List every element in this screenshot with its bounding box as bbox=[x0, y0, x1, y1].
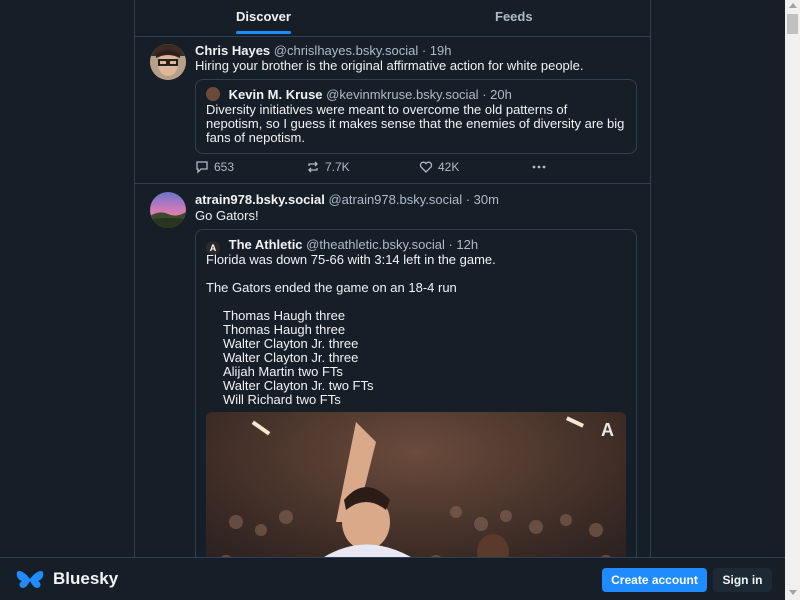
post-text: Go Gators! bbox=[195, 208, 259, 223]
post-time[interactable]: · 19h bbox=[422, 43, 452, 58]
author-name[interactable]: Chris Hayes bbox=[195, 43, 270, 58]
quote-author-name: Kevin M. Kruse bbox=[228, 87, 323, 102]
quote-author-handle: @theathletic.bsky.social bbox=[306, 237, 445, 252]
post-image[interactable]: A bbox=[206, 412, 626, 560]
quote-time: · 20h bbox=[482, 87, 512, 102]
author-handle[interactable]: @chrislhayes.bsky.social bbox=[274, 43, 418, 58]
feed-tabs: Discover Feeds bbox=[135, 0, 650, 37]
tab-discover[interactable]: Discover bbox=[236, 9, 291, 24]
reply-button[interactable]: 653 bbox=[195, 160, 234, 174]
avatar[interactable] bbox=[150, 44, 186, 80]
create-account-button[interactable]: Create account bbox=[602, 568, 707, 592]
image-badge: A bbox=[601, 420, 614, 440]
like-button[interactable]: 42K bbox=[419, 160, 459, 174]
post-time[interactable]: · 30m bbox=[466, 192, 499, 207]
author-name[interactable]: atrain978.bsky.social bbox=[195, 192, 325, 207]
bottom-bar: Bluesky Create account Sign in bbox=[0, 557, 785, 600]
brand-name[interactable]: Bluesky bbox=[53, 569, 118, 589]
butterfly-icon[interactable] bbox=[16, 570, 44, 590]
list-item: Will Richard two FTs bbox=[223, 392, 341, 407]
author-handle[interactable]: @atrain978.bsky.social bbox=[328, 192, 462, 207]
active-tab-indicator bbox=[236, 31, 291, 34]
scrollbar[interactable] bbox=[785, 0, 800, 600]
quote-line: Florida was down 75-66 with 3:14 left in… bbox=[206, 252, 496, 267]
quote-avatar bbox=[206, 87, 220, 101]
post-header: Chris Hayes @chrislhayes.bsky.social · 1… bbox=[195, 43, 452, 58]
speech-bubble-icon bbox=[196, 161, 208, 174]
scroll-down-arrow-icon[interactable] bbox=[789, 590, 797, 595]
list-item: Alijah Martin two FTs bbox=[223, 364, 343, 379]
quoted-post[interactable]: Kevin M. Kruse @kevinmkruse.bsky.social … bbox=[195, 79, 637, 154]
tab-feeds[interactable]: Feeds bbox=[495, 9, 533, 24]
list-item: Thomas Haugh three bbox=[223, 308, 346, 323]
scroll-up-arrow-icon[interactable] bbox=[789, 3, 797, 8]
sign-in-button[interactable]: Sign in bbox=[713, 568, 772, 592]
list-item: Walter Clayton Jr. three bbox=[223, 350, 359, 365]
quoted-post[interactable]: A The Athletic @theathletic.bsky.social … bbox=[195, 229, 637, 560]
post[interactable]: atrain978.bsky.social @atrain978.bsky.so… bbox=[135, 184, 650, 560]
avatar[interactable] bbox=[150, 192, 186, 228]
repost-arrows-icon bbox=[308, 161, 318, 173]
more-dots-icon bbox=[532, 165, 546, 169]
feed-column: Discover Feeds Chris Hayes @chrislhayes.… bbox=[134, 0, 651, 560]
quote-text: Diversity initiatives were meant to over… bbox=[206, 102, 625, 145]
reply-count: 653 bbox=[214, 160, 235, 174]
scroll-thumb[interactable] bbox=[787, 14, 798, 34]
list-item: Thomas Haugh three bbox=[223, 322, 346, 337]
quote-author-handle: @kevinmkruse.bsky.social bbox=[326, 87, 479, 102]
quote-time: · 12h bbox=[448, 237, 479, 252]
post[interactable]: Chris Hayes @chrislhayes.bsky.social · 1… bbox=[135, 37, 650, 184]
repost-count: 7.7K bbox=[325, 160, 350, 174]
list-item: Walter Clayton Jr. three bbox=[223, 336, 359, 351]
quote-header: Kevin M. Kruse @kevinmkruse.bsky.social … bbox=[206, 87, 512, 102]
more-button[interactable] bbox=[531, 160, 552, 174]
list-item: Walter Clayton Jr. two FTs bbox=[223, 378, 374, 393]
quote-author-name: The Athletic bbox=[228, 237, 303, 252]
like-count: 42K bbox=[438, 160, 460, 174]
play-list: Thomas Haugh three Thomas Haugh three Wa… bbox=[206, 309, 626, 407]
post-text: Hiring your brother is the original affi… bbox=[195, 58, 584, 73]
post-header: atrain978.bsky.social @atrain978.bsky.so… bbox=[195, 192, 499, 207]
repost-button[interactable]: 7.7K bbox=[306, 160, 350, 174]
quote-line: The Gators ended the game on an 18-4 run bbox=[206, 280, 457, 295]
heart-icon bbox=[419, 161, 433, 173]
